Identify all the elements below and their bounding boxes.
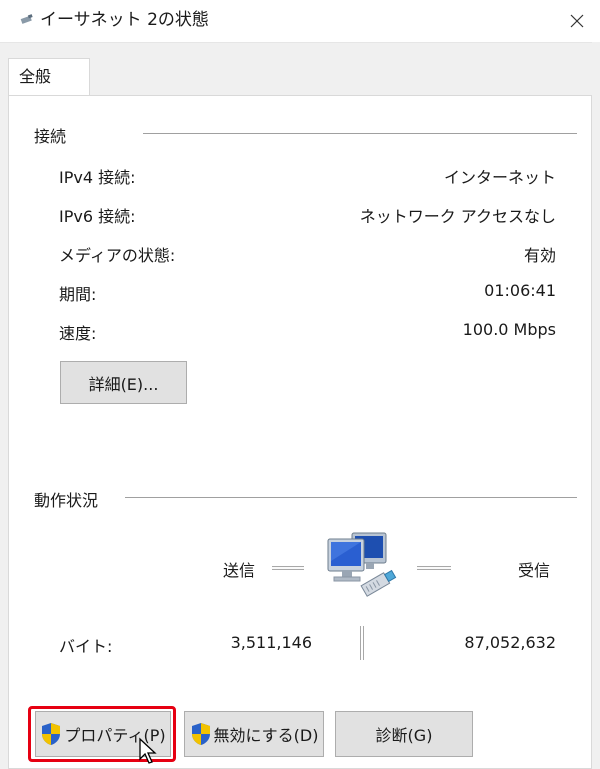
activity-group-line <box>125 497 577 498</box>
tab-strip: 全般 <box>0 42 600 98</box>
ipv6-label: IPv6 接続: <box>59 207 136 226</box>
close-icon <box>570 14 584 28</box>
bytes-label: バイト: <box>59 637 113 656</box>
disable-button-label: 無効にする(D) <box>213 726 319 745</box>
bytes-divider <box>360 626 364 660</box>
media-state-value: 有効 <box>523 246 556 265</box>
network-computers-icon <box>327 532 397 597</box>
details-button[interactable]: 詳細(E)... <box>60 361 187 404</box>
mouse-cursor-icon <box>139 737 157 764</box>
ipv4-value: インターネット <box>443 168 556 187</box>
diagnose-button[interactable]: 診断(G) <box>335 711 473 757</box>
bytes-sent-value: 3,511,146 <box>230 633 312 652</box>
connection-group-title: 接続 <box>34 123 75 147</box>
title-bar: イーサネット 2の状態 <box>0 0 600 42</box>
duration-label: 期間: <box>59 285 97 304</box>
disable-button[interactable]: 無効にする(D) <box>184 711 324 757</box>
panel-left-edge <box>0 96 8 769</box>
speed-label: 速度: <box>59 324 97 343</box>
window-title: イーサネット 2の状態 <box>40 10 209 30</box>
uac-shield-icon <box>191 723 210 745</box>
activity-group-title: 動作状況 <box>34 487 107 511</box>
received-label: 受信 <box>518 561 551 580</box>
general-panel <box>8 95 592 769</box>
sent-label: 送信 <box>223 561 256 580</box>
panel-right-edge <box>592 42 600 769</box>
ipv4-label: IPv4 接続: <box>59 168 136 187</box>
duration-value: 01:06:41 <box>484 281 556 300</box>
received-line <box>417 566 451 570</box>
connection-group-line <box>143 133 577 134</box>
network-adapter-icon <box>20 14 33 24</box>
media-state-label: メディアの状態: <box>59 246 176 265</box>
close-button[interactable] <box>554 0 600 42</box>
bytes-received-value: 87,052,632 <box>464 633 556 652</box>
speed-value: 100.0 Mbps <box>462 320 556 339</box>
ipv6-value: ネットワーク アクセスなし <box>359 207 556 226</box>
tab-general[interactable]: 全般 <box>8 58 90 98</box>
sent-line <box>272 566 304 570</box>
